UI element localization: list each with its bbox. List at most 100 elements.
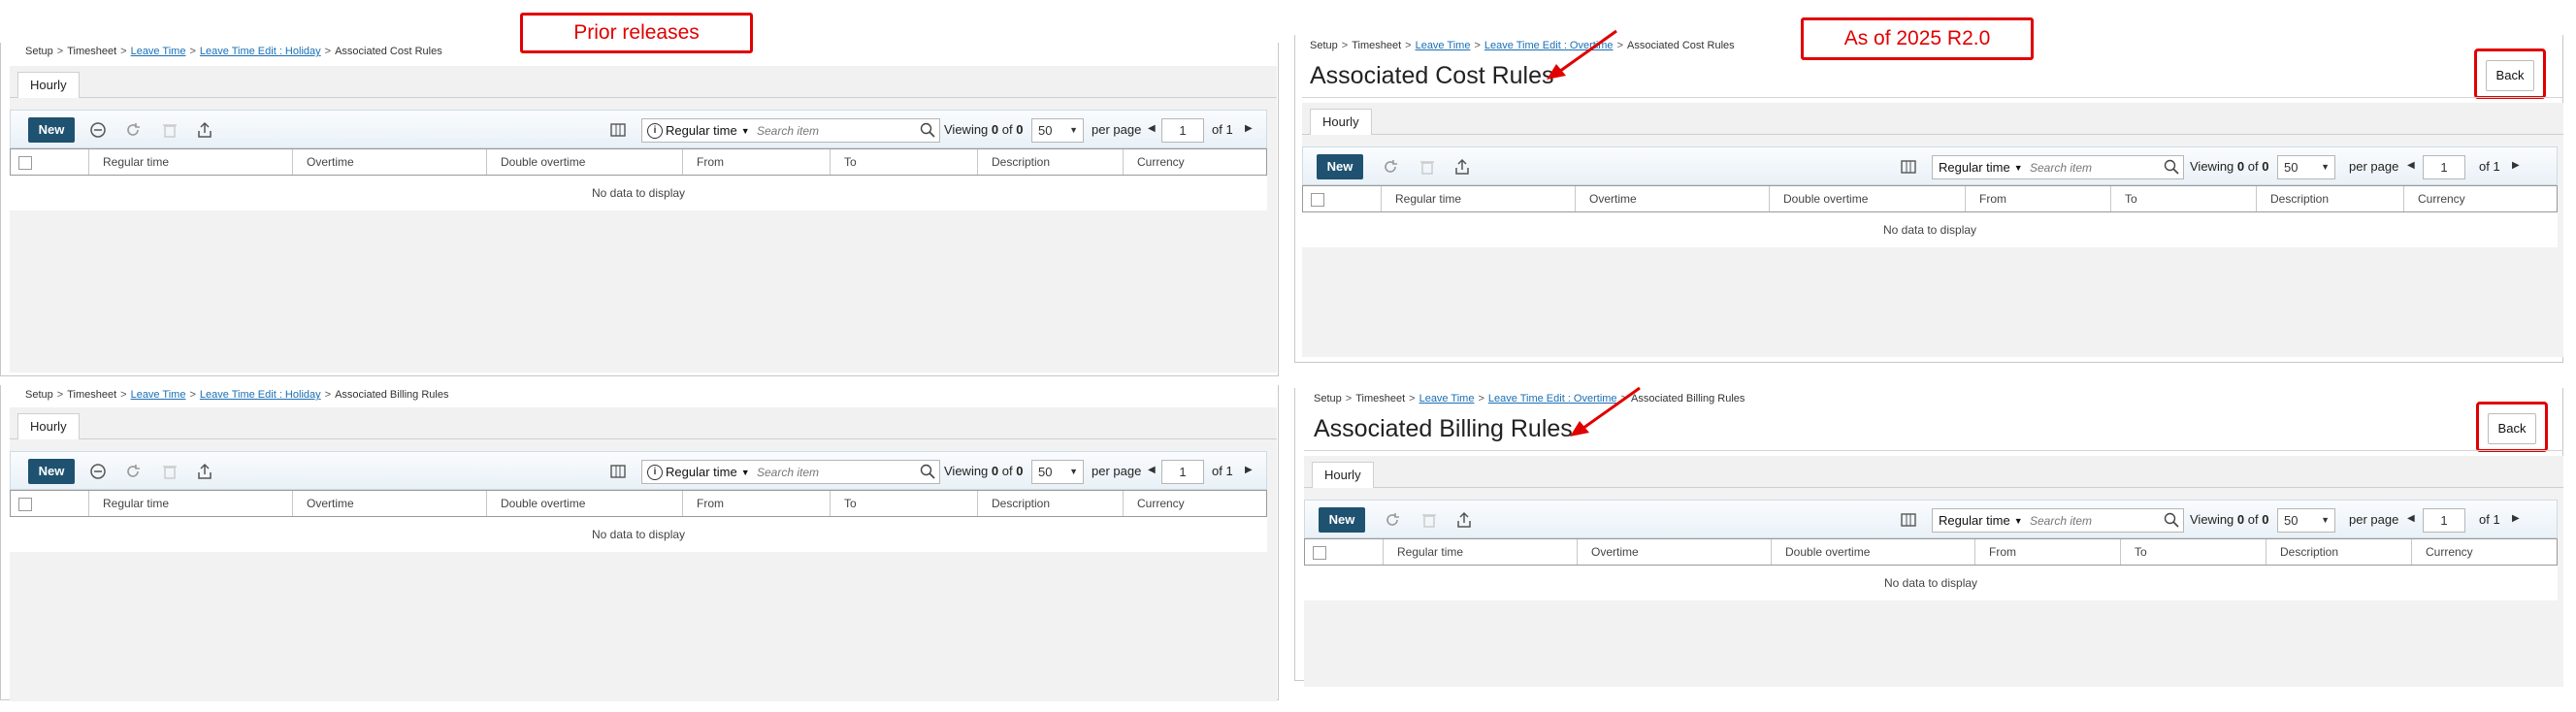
filter-dropdown[interactable]: Regular time ▼ <box>1939 160 2023 175</box>
filter-dropdown[interactable]: Regular time ▼ <box>1939 513 2023 528</box>
column-header[interactable]: From <box>682 491 830 516</box>
delete-icon[interactable] <box>160 120 181 142</box>
column-header[interactable]: To <box>2120 539 2266 565</box>
column-header[interactable]: Double overtime <box>486 149 682 175</box>
column-header[interactable]: To <box>830 149 977 175</box>
breadcrumb-setup[interactable]: Setup <box>25 389 53 401</box>
column-header[interactable]: From <box>1965 186 2110 211</box>
next-page-icon[interactable]: ▶ <box>1245 123 1253 134</box>
delete-icon[interactable] <box>1419 510 1441 532</box>
column-header[interactable]: Description <box>977 491 1123 516</box>
export-icon[interactable] <box>1452 157 1474 178</box>
new-button[interactable]: New <box>28 459 75 484</box>
columns-icon[interactable] <box>608 462 630 483</box>
search-box[interactable]: Regular time ▼ Search item <box>1932 508 2184 533</box>
select-all-checkbox[interactable] <box>18 498 32 511</box>
new-button[interactable]: New <box>1319 507 1365 533</box>
column-header[interactable]: From <box>1974 539 2120 565</box>
breadcrumb-setup[interactable]: Setup <box>1314 393 1342 405</box>
search-input[interactable]: Search item <box>2030 161 2092 175</box>
breadcrumb-leave-time-edit[interactable]: Leave Time Edit : Holiday <box>200 46 321 57</box>
column-header[interactable]: Description <box>2256 186 2403 211</box>
refresh-icon[interactable] <box>1383 510 1404 532</box>
search-input[interactable]: Search item <box>2030 514 2092 528</box>
column-header[interactable]: Regular time <box>88 491 292 516</box>
columns-icon[interactable] <box>608 120 630 142</box>
search-input[interactable]: Search item <box>757 466 819 479</box>
column-header[interactable]: Description <box>977 149 1123 175</box>
export-icon[interactable] <box>1454 510 1476 532</box>
tab-hourly[interactable]: Hourly <box>17 413 80 440</box>
export-icon[interactable] <box>195 462 216 483</box>
search-icon[interactable] <box>920 464 935 484</box>
columns-icon[interactable] <box>1899 510 1920 532</box>
breadcrumb-leave-time-edit[interactable]: Leave Time Edit : Holiday <box>200 389 321 401</box>
next-page-icon[interactable]: ▶ <box>1245 465 1253 475</box>
page-size-select[interactable]: 50 ▼ <box>1031 460 1084 484</box>
page-number-input[interactable]: 1 <box>1161 460 1204 484</box>
column-header[interactable]: From <box>682 149 830 175</box>
column-header[interactable]: Overtime <box>292 149 486 175</box>
column-header[interactable]: Double overtime <box>486 491 682 516</box>
search-icon[interactable] <box>2164 512 2179 533</box>
search-box[interactable]: Regular time ▼ Search item <box>1932 155 2184 179</box>
column-header[interactable]: Currency <box>2411 539 2559 565</box>
next-page-icon[interactable]: ▶ <box>2512 513 2520 524</box>
column-header[interactable]: Regular time <box>1381 186 1575 211</box>
search-icon[interactable] <box>920 122 935 143</box>
prev-page-icon[interactable]: ◀ <box>2407 513 2415 524</box>
delete-icon[interactable] <box>1418 157 1439 178</box>
new-button[interactable]: New <box>1317 154 1363 179</box>
page-number-input[interactable]: 1 <box>2423 508 2465 533</box>
tab-hourly[interactable]: Hourly <box>1312 462 1374 489</box>
breadcrumb-timesheet[interactable]: Timesheet <box>1355 393 1405 405</box>
column-header[interactable]: Double overtime <box>1769 186 1965 211</box>
column-header[interactable]: Description <box>2266 539 2411 565</box>
page-size-select[interactable]: 50 ▼ <box>2277 508 2335 533</box>
search-input[interactable]: Search item <box>757 124 819 138</box>
column-header[interactable]: Currency <box>1123 491 1268 516</box>
column-header[interactable]: Currency <box>2403 186 2559 211</box>
next-page-icon[interactable]: ▶ <box>2512 160 2520 171</box>
history-icon[interactable] <box>88 462 110 483</box>
column-header[interactable]: Currency <box>1123 149 1268 175</box>
breadcrumb-timesheet[interactable]: Timesheet <box>1352 40 1401 51</box>
column-header[interactable]: Double overtime <box>1771 539 1974 565</box>
breadcrumb-timesheet[interactable]: Timesheet <box>67 389 116 401</box>
new-button[interactable]: New <box>28 117 75 143</box>
column-header[interactable]: Overtime <box>1575 186 1769 211</box>
back-button[interactable]: Back <box>2488 413 2536 444</box>
export-icon[interactable] <box>195 120 216 142</box>
search-icon[interactable] <box>2164 159 2179 179</box>
tab-hourly[interactable]: Hourly <box>17 72 80 99</box>
column-header[interactable]: To <box>830 491 977 516</box>
prev-page-icon[interactable]: ◀ <box>1148 123 1156 134</box>
delete-icon[interactable] <box>160 462 181 483</box>
column-header[interactable]: Overtime <box>1577 539 1771 565</box>
refresh-icon[interactable] <box>123 120 145 142</box>
columns-icon[interactable] <box>1899 157 1920 178</box>
select-all-checkbox[interactable] <box>1311 193 1324 207</box>
page-number-input[interactable]: 1 <box>1161 118 1204 143</box>
breadcrumb-timesheet[interactable]: Timesheet <box>67 46 116 57</box>
search-box[interactable]: i Regular time ▼ Search item <box>641 118 940 143</box>
page-size-select[interactable]: 50 ▼ <box>2277 155 2335 179</box>
refresh-icon[interactable] <box>1381 157 1402 178</box>
select-all-checkbox[interactable] <box>1313 546 1326 560</box>
breadcrumb-leave-time[interactable]: Leave Time <box>131 46 186 57</box>
back-button[interactable]: Back <box>2486 60 2534 91</box>
page-number-input[interactable]: 1 <box>2423 155 2465 179</box>
page-size-select[interactable]: 50 ▼ <box>1031 118 1084 143</box>
history-icon[interactable] <box>88 120 110 142</box>
breadcrumb-setup[interactable]: Setup <box>25 46 53 57</box>
breadcrumb-leave-time[interactable]: Leave Time <box>1419 393 1475 405</box>
column-header[interactable]: To <box>2110 186 2256 211</box>
breadcrumb-setup[interactable]: Setup <box>1310 40 1338 51</box>
prev-page-icon[interactable]: ◀ <box>1148 465 1156 475</box>
column-header[interactable]: Overtime <box>292 491 486 516</box>
search-box[interactable]: i Regular time ▼ Search item <box>641 460 940 484</box>
filter-dropdown[interactable]: Regular time ▼ <box>666 465 750 479</box>
select-all-checkbox[interactable] <box>18 156 32 170</box>
refresh-icon[interactable] <box>123 462 145 483</box>
column-header[interactable]: Regular time <box>88 149 292 175</box>
